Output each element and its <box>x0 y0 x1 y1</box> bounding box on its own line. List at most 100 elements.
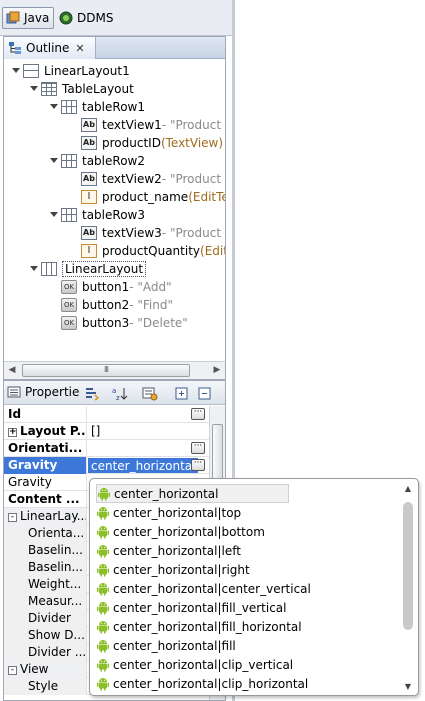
gravity-option[interactable]: center_horizontal|top <box>96 503 241 522</box>
gravity-value-editor[interactable]: center_horizontal <box>88 458 199 473</box>
properties-tab[interactable]: Propertie <box>7 385 79 399</box>
show-categories-icon[interactable] <box>84 386 100 401</box>
property-name: Id <box>4 406 87 423</box>
filter-advanced-icon[interactable] <box>142 386 158 401</box>
property-value[interactable]: [] <box>88 423 209 440</box>
gravity-option-label: center_horizontal|right <box>113 562 250 577</box>
collapse-all-icon[interactable] <box>197 386 213 401</box>
java-perspective-label: Java <box>24 11 50 25</box>
outline-tree-node[interactable]: OK button1 - "Add" <box>61 278 172 296</box>
outline-tree-node[interactable]: Ab textView2 - "Product N <box>81 170 225 188</box>
property-name: Baselin... <box>4 542 87 559</box>
property-name-text: Baselin... <box>28 543 83 557</box>
property-name-text: Divider <box>28 611 71 625</box>
property-name: Style <box>4 678 87 695</box>
android-icon <box>96 543 110 558</box>
android-icon <box>96 562 110 577</box>
outline-tab[interactable]: Outline ✕ <box>4 37 96 59</box>
scroll-thumb[interactable]: III <box>22 364 190 377</box>
gravity-option[interactable]: center_horizontal|left <box>96 541 241 560</box>
sort-alphabetically-icon[interactable]: az <box>112 386 128 402</box>
outline-node-label: textView2 <box>102 172 162 186</box>
property-row[interactable]: + Layout P... [] <box>4 423 209 440</box>
expand-icon[interactable]: + <box>8 428 17 437</box>
android-icon <box>96 505 110 520</box>
property-name-text: Gravity <box>8 458 58 472</box>
property-row[interactable]: Orientati... ··· <box>4 440 209 457</box>
java-perspective-button[interactable]: Java <box>2 7 55 29</box>
gravity-option[interactable]: center_horizontal|right <box>96 560 250 579</box>
gravity-option[interactable]: center_horizontal|fill <box>96 636 236 655</box>
browse-button[interactable]: ··· <box>191 442 205 454</box>
property-row[interactable]: Gravity center_horizontal ··· <box>4 457 209 474</box>
gravity-option-label: center_horizontal|left <box>113 543 241 558</box>
properties-icon <box>7 385 21 399</box>
gravity-option[interactable]: center_horizontal|center_vertical <box>96 579 311 598</box>
outline-tree-node[interactable]: TableLayout <box>30 80 134 98</box>
outline-tree-node[interactable]: LinearLayout1 <box>12 62 130 80</box>
property-name: Divider <box>4 610 87 627</box>
expand-all-icon[interactable] <box>174 386 190 401</box>
outline-tree-node[interactable]: tableRow2 <box>50 152 145 170</box>
expand-toggle-icon[interactable] <box>11 66 20 75</box>
scroll-left-icon[interactable]: ◀ <box>4 362 20 379</box>
property-row[interactable]: Id ··· <box>4 406 209 423</box>
button-icon: OK <box>61 280 77 294</box>
property-name-text: Id <box>8 407 22 421</box>
collapse-icon[interactable]: - <box>8 513 17 522</box>
gravity-option[interactable]: center_horizontal|bottom <box>96 522 265 541</box>
property-name-text: Orientati... <box>8 441 83 455</box>
outline-node-label: product_name <box>102 190 189 204</box>
property-name-text: Orienta... <box>28 526 85 540</box>
expand-toggle-icon[interactable] <box>49 156 58 165</box>
outline-node-label: LinearLayout1 <box>44 64 130 78</box>
browse-button[interactable]: ··· <box>191 459 205 471</box>
outline-view: Outline ✕ LinearLayout1 TableLayout tableR… <box>3 36 226 380</box>
properties-tab-bar: Propertie az <box>4 381 225 405</box>
outline-tree-node[interactable]: LinearLayout <box>30 260 147 278</box>
expand-toggle-icon[interactable] <box>49 102 58 111</box>
scroll-thumb[interactable] <box>403 502 413 630</box>
outline-tree-node[interactable]: Iproduct_name (EditTe <box>81 188 225 206</box>
ddms-perspective-icon <box>59 11 73 25</box>
outline-tree-node[interactable]: Ab productID (TextView) <box>81 134 223 152</box>
outline-tree-node[interactable]: tableRow3 <box>50 206 145 224</box>
outline-tree-node[interactable]: OK button2 - "Find" <box>61 296 173 314</box>
edit-text-icon: I <box>81 190 97 204</box>
outline-node-label: textView1 <box>102 118 162 132</box>
gravity-option[interactable]: center_horizontal|clip_horizontal <box>96 674 308 693</box>
android-icon <box>97 486 111 501</box>
scroll-thumb[interactable] <box>212 424 223 484</box>
outline-tree-node[interactable]: IproductQuantity (Edit <box>81 242 225 260</box>
outline-tree-node[interactable]: Ab textView1 - "Product I <box>81 116 225 134</box>
outline-tree-node[interactable]: tableRow1 <box>50 98 145 116</box>
expand-toggle-icon[interactable] <box>29 84 38 93</box>
ddms-perspective-button[interactable]: DDMS <box>56 7 117 29</box>
gravity-option[interactable]: center_horizontal|fill_vertical <box>96 598 286 617</box>
scroll-down-icon[interactable]: ▼ <box>402 682 414 692</box>
scroll-up-icon[interactable]: ▲ <box>402 484 414 494</box>
property-name: Measur... <box>4 593 87 610</box>
text-view-icon: Ab <box>81 172 97 186</box>
text-view-icon: Ab <box>81 118 97 132</box>
outline-tree-node[interactable]: Ab textView3 - "Product C <box>81 224 225 242</box>
close-icon[interactable]: ✕ <box>75 42 84 55</box>
gravity-option[interactable]: center_horizontal <box>96 484 289 503</box>
scroll-right-icon[interactable]: ▶ <box>209 362 225 379</box>
outline-horizontal-scrollbar[interactable]: ◀ III ▶ <box>4 361 225 379</box>
collapse-icon[interactable]: - <box>8 666 17 675</box>
popup-vertical-scrollbar[interactable]: ▲ ▼ <box>402 484 414 692</box>
expand-toggle-icon[interactable] <box>49 210 58 219</box>
vertical-layout-icon <box>41 262 57 276</box>
outline-tab-bar: Outline ✕ <box>4 37 225 59</box>
android-icon <box>96 600 110 615</box>
property-name-text: Content ... <box>8 492 80 506</box>
gravity-option[interactable]: center_horizontal|clip_vertical <box>96 655 293 674</box>
expand-toggle-icon[interactable] <box>29 264 38 273</box>
browse-button[interactable]: ··· <box>191 408 205 420</box>
outline-tree-node[interactable]: OK button3 - "Delete" <box>61 314 188 332</box>
gravity-option[interactable]: center_horizontal|fill_horizontal <box>96 617 302 636</box>
gravity-option-label: center_horizontal|center_vertical <box>113 581 311 596</box>
outline-node-label: textView3 <box>102 226 162 240</box>
table-row-icon <box>61 100 77 114</box>
